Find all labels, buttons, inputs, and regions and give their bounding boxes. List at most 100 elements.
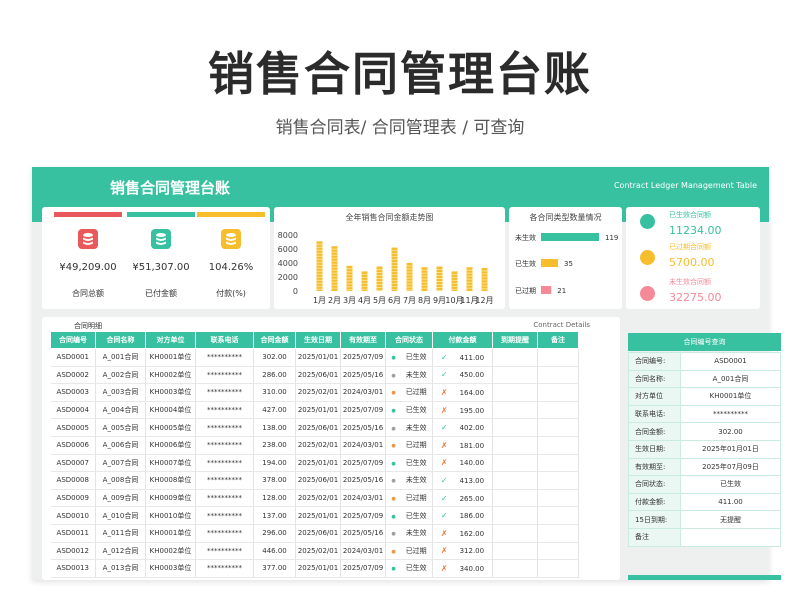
column-header[interactable]: 对方单位 bbox=[145, 331, 196, 349]
table-cell: A_002合同 bbox=[95, 366, 146, 385]
query-row: 合同状态: 已生效 bbox=[628, 475, 781, 494]
x-tick-label: 9月 bbox=[433, 296, 446, 305]
cross-icon: ✗ bbox=[440, 458, 448, 468]
column-header[interactable]: 付款金额 bbox=[432, 331, 493, 349]
table-row[interactable]: ASD0002 A_002合同 KH0002单位 ********** 286.00 20… bbox=[50, 366, 579, 385]
column-header[interactable]: 到期提醒 bbox=[492, 331, 538, 349]
type-bar bbox=[541, 233, 599, 241]
payment-amount: 181.00 bbox=[459, 441, 485, 450]
kpi-value: 104.26% bbox=[208, 262, 254, 273]
check-icon: ✓ bbox=[440, 511, 448, 521]
table-cell: KH0008单位 bbox=[145, 471, 196, 490]
table-row[interactable]: ASD0013 A_013合同 KH0003单位 ********** 377.00 20… bbox=[50, 559, 579, 578]
table-cell: A_009合同 bbox=[95, 489, 146, 508]
table-row[interactable]: ASD0005 A_005合同 KH0005单位 ********** 138.00 20… bbox=[50, 418, 579, 437]
table-cell: ✓ 265.00 bbox=[432, 489, 493, 508]
table-cell: KH0002单位 bbox=[145, 366, 196, 385]
status-dot bbox=[640, 214, 655, 229]
status-bullet-icon: ● bbox=[391, 390, 396, 397]
table-row[interactable]: ASD0011 A_011合同 KH0001单位 ********** 296.00 20… bbox=[50, 524, 579, 543]
status-dot bbox=[640, 286, 655, 301]
status-text: 未生效 bbox=[405, 476, 427, 485]
table-cell: 2025/02/01 bbox=[295, 383, 341, 402]
table-cell: 2025/01/01 bbox=[295, 348, 341, 367]
payment-amount: 340.00 bbox=[459, 564, 485, 573]
y-tick-label: 6000 bbox=[278, 245, 298, 254]
table-cell: 446.00 bbox=[253, 542, 296, 561]
contracts-table: 合同编号 合同名称 对方单位 联系电话 合同金额 生效日期 有效期至 合同状态 付款金额 到期提醒… bbox=[50, 331, 579, 578]
query-field-label: 生效日期: bbox=[628, 439, 681, 459]
table-cell: 2025/06/01 bbox=[295, 366, 341, 385]
query-field-label: 合同编号: bbox=[628, 352, 681, 371]
type-category-label: 未生效 bbox=[515, 233, 536, 242]
type-category-label: 已过期 bbox=[515, 286, 536, 295]
x-tick-label: 1月 bbox=[313, 296, 326, 305]
table-row[interactable]: ASD0007 A_007合同 KH0007单位 ********** 194.00 20… bbox=[50, 454, 579, 473]
payment-amount: 195.00 bbox=[459, 406, 485, 415]
column-header[interactable]: 合同状态 bbox=[385, 331, 433, 349]
table-cell: ********** bbox=[195, 471, 254, 490]
table-row[interactable]: ASD0001 A_001合同 KH0001单位 ********** 302.00 20… bbox=[50, 348, 579, 367]
column-header[interactable]: 生效日期 bbox=[295, 331, 341, 349]
payment-amount: 402.00 bbox=[459, 424, 485, 433]
status-bullet-icon: ● bbox=[391, 478, 396, 485]
status-amount-card: 已生效合同额 11234.00 已过期合同额 5700.00 未生效合同额 32… bbox=[626, 207, 760, 309]
table-row[interactable]: ASD0012 A_012合同 KH0002单位 ********** 446.00 20… bbox=[50, 542, 579, 561]
table-cell bbox=[492, 559, 538, 578]
column-header[interactable]: 备注 bbox=[537, 331, 579, 349]
column-header[interactable]: 有效期至 bbox=[340, 331, 386, 349]
column-header[interactable]: 合同编号 bbox=[50, 331, 96, 349]
query-field-value: A_001合同 bbox=[680, 369, 781, 389]
table-cell bbox=[492, 542, 538, 561]
table-cell bbox=[492, 401, 538, 420]
table-cell: ********** bbox=[195, 542, 254, 561]
table-row[interactable]: ASD0008 A_008合同 KH0008单位 ********** 378.00 20… bbox=[50, 471, 579, 490]
table-cell: A_003合同 bbox=[95, 383, 146, 402]
y-tick-label: 4000 bbox=[278, 259, 298, 268]
status-bullet-icon: ● bbox=[391, 355, 396, 362]
table-cell: ✓ 413.00 bbox=[432, 471, 493, 490]
table-row[interactable]: ASD0010 A_010合同 KH0010单位 ********** 137.00 20… bbox=[50, 506, 579, 525]
table-row[interactable]: ASD0009 A_009合同 KH0009单位 ********** 128.00 20… bbox=[50, 489, 579, 508]
table-cell: 2025/06/01 bbox=[295, 471, 341, 490]
table-cell: A_001合同 bbox=[95, 348, 146, 367]
status-text: 已生效 bbox=[405, 406, 427, 415]
table-cell bbox=[537, 383, 579, 402]
query-input[interactable]: ASD0001 bbox=[680, 352, 781, 371]
table-cell: 2025/06/01 bbox=[295, 524, 341, 543]
column-header[interactable]: 合同名称 bbox=[95, 331, 146, 349]
query-field-label: 付款金额: bbox=[628, 492, 681, 512]
table-cell: 194.00 bbox=[253, 454, 296, 473]
table-cell: ✗ 181.00 bbox=[432, 436, 493, 455]
query-field-value: 无提醒 bbox=[680, 510, 781, 529]
table-row[interactable]: ASD0004 A_004合同 KH0004单位 ********** 427.00 20… bbox=[50, 401, 579, 420]
table-cell bbox=[537, 506, 579, 525]
page-title: 销售合同管理台账 bbox=[208, 47, 592, 101]
table-row[interactable]: ASD0006 A_006合同 KH0006单位 ********** 238.00 20… bbox=[50, 436, 579, 455]
table-cell: ✓ 411.00 bbox=[432, 348, 493, 367]
column-header[interactable]: 合同金额 bbox=[253, 331, 296, 349]
query-table: 合同编号: ASD0001 合同名称: A_001合同 对方单位 KH0001单位 联系电话… bbox=[628, 352, 781, 547]
table-cell: 2025/02/01 bbox=[295, 542, 341, 561]
table-cell: KH0004单位 bbox=[145, 401, 196, 420]
payment-amount: 265.00 bbox=[459, 494, 485, 503]
cross-icon: ✗ bbox=[440, 405, 448, 415]
x-tick-label: 6月 bbox=[388, 296, 401, 305]
database-icon bbox=[78, 229, 98, 249]
table-row[interactable]: ASD0003 A_003合同 KH0003单位 ********** 310.00 20… bbox=[50, 383, 579, 402]
table-cell: ● 已生效 bbox=[385, 401, 433, 420]
cross-icon: ✗ bbox=[440, 528, 448, 538]
table-cell: 2025/01/01 bbox=[295, 401, 341, 420]
table-cell bbox=[492, 366, 538, 385]
column-header[interactable]: 联系电话 bbox=[195, 331, 254, 349]
table-cell: ********** bbox=[195, 489, 254, 508]
status-bullet-icon: ● bbox=[391, 443, 396, 450]
table-cell bbox=[537, 436, 579, 455]
check-icon: ✓ bbox=[440, 423, 448, 433]
check-icon: ✓ bbox=[440, 475, 448, 485]
table-cell: 2025/01/01 bbox=[295, 454, 341, 473]
table-cell: 378.00 bbox=[253, 471, 296, 490]
query-row: 合同编号: ASD0001 bbox=[628, 352, 781, 371]
table-cell: ● 未生效 bbox=[385, 471, 433, 490]
table-cell: A_011合同 bbox=[95, 524, 146, 543]
